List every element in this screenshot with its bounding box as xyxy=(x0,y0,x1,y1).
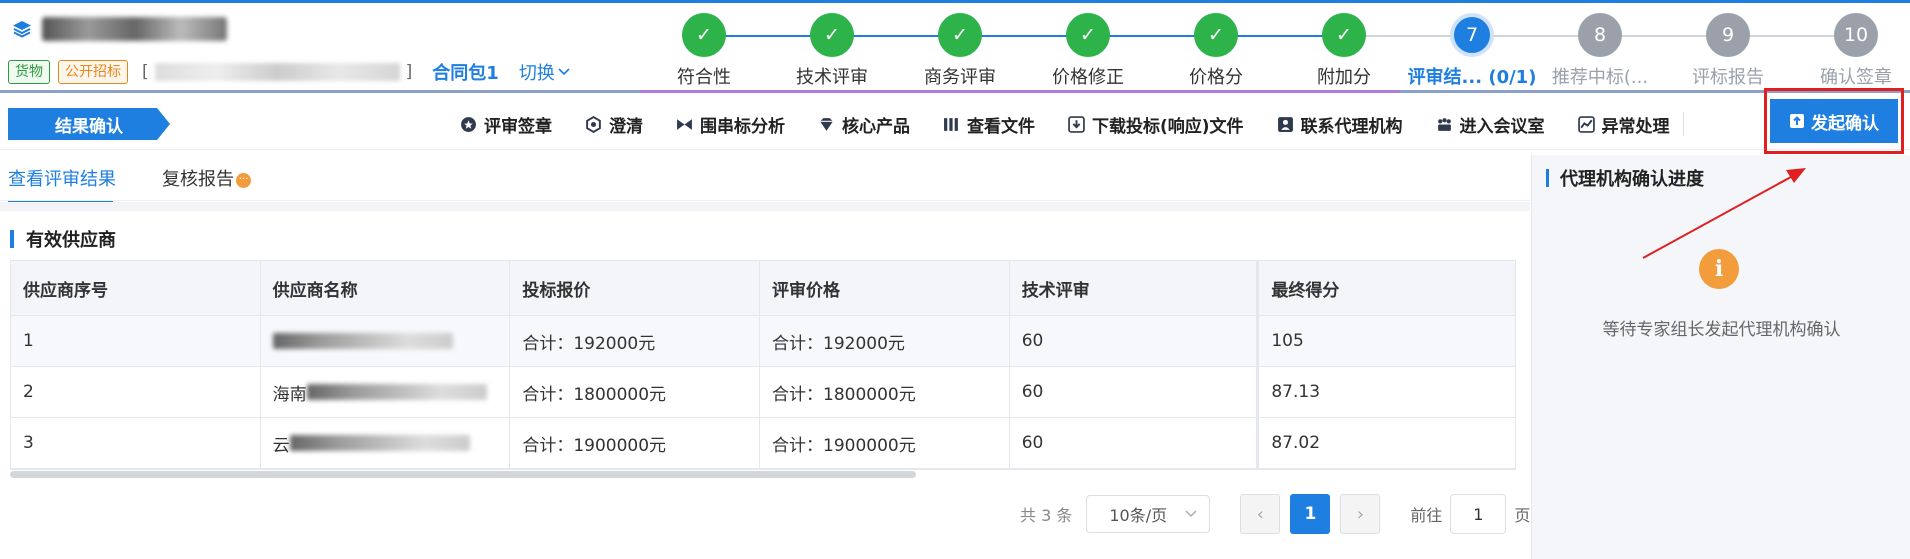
redacted-supplier-name xyxy=(272,333,453,349)
toolbar: 结果确认 评审签章 澄清 围串标分析 核心产品 查看文件 下载投标(响应)文件 … xyxy=(0,98,1910,150)
check-icon: ✓ xyxy=(1066,13,1110,57)
step-6[interactable]: ✓ 附加分 xyxy=(1280,13,1408,89)
step-number: 8 xyxy=(1578,13,1622,57)
step-7-current[interactable]: 7 评审结... (0/1) xyxy=(1397,13,1547,89)
meeting-icon xyxy=(1437,117,1451,131)
exception-handling-button[interactable]: 异常处理 xyxy=(1577,112,1670,137)
step-number: 9 xyxy=(1706,13,1750,57)
check-icon: ✓ xyxy=(938,13,982,57)
check-icon: ✓ xyxy=(1322,13,1366,57)
section-gap xyxy=(0,202,1530,211)
enter-meeting-room-button[interactable]: 进入会议室 xyxy=(1436,112,1545,137)
chevron-down-icon xyxy=(558,68,570,76)
layers-icon xyxy=(13,21,31,38)
tag-open-tender: 公开招标 xyxy=(58,60,128,84)
redacted-supplier-name xyxy=(289,435,470,451)
step-1[interactable]: ✓ 符合性 xyxy=(640,13,768,89)
redacted-code xyxy=(154,63,400,81)
redacted-supplier-name xyxy=(306,384,487,400)
column-header: 技术评审 xyxy=(1010,261,1260,315)
column-header: 供应商序号 xyxy=(11,261,261,315)
package-label: 合同包1 xyxy=(432,63,499,84)
redacted-project-name xyxy=(42,17,227,41)
info-icon: i xyxy=(1699,249,1739,289)
start-confirm-button[interactable]: 发起确认 xyxy=(1770,99,1898,143)
column-header: 评审价格 xyxy=(760,261,1010,315)
clarify-button[interactable]: 澄清 xyxy=(585,112,643,137)
tool-items: 评审签章 澄清 围串标分析 核心产品 查看文件 下载投标(响应)文件 联系代理机… xyxy=(460,98,1696,150)
step-10[interactable]: 10 确认签章 xyxy=(1792,13,1910,89)
start-confirm-highlight: 发起确认 xyxy=(1764,88,1904,154)
step-number: 7 xyxy=(1450,13,1494,57)
agency-confirm-panel: 代理机构确认进度 i 等待专家组长发起代理机构确认 xyxy=(1531,155,1910,559)
project-code: [ ] xyxy=(142,62,413,82)
hexagon-icon xyxy=(586,115,601,133)
chart-icon xyxy=(1577,115,1595,133)
page-number-current[interactable]: 1 xyxy=(1290,494,1331,534)
check-icon: ✓ xyxy=(682,13,726,57)
total-count: 共 3 条 xyxy=(1020,506,1073,525)
check-icon: ✓ xyxy=(1194,13,1238,57)
bowtie-icon xyxy=(677,118,692,130)
download-icon xyxy=(1068,115,1085,133)
section-title: 有效供应商 xyxy=(10,226,116,252)
step-number: 10 xyxy=(1834,13,1878,57)
check-icon: ✓ xyxy=(810,13,854,57)
horizontal-scrollbar[interactable] xyxy=(10,471,916,478)
panel-title: 代理机构确认进度 xyxy=(1546,165,1704,191)
core-product-button[interactable]: 核心产品 xyxy=(818,112,910,137)
column-header: 投标报价 xyxy=(510,261,761,315)
view-file-button[interactable]: 查看文件 xyxy=(943,112,1035,137)
step-8[interactable]: 8 推荐中标(... xyxy=(1536,13,1664,89)
collusion-analysis-button[interactable]: 围串标分析 xyxy=(676,112,785,137)
switch-package-button[interactable]: 切换 xyxy=(519,59,570,85)
project-title xyxy=(12,17,227,41)
table-row[interactable]: 3 云 合计：1900000元 合计：1900000元 60 87.02 xyxy=(11,418,1515,469)
file-stack-icon xyxy=(944,117,958,131)
chevron-down-icon xyxy=(1185,510,1197,517)
download-bid-file-button[interactable]: 下载投标(响应)文件 xyxy=(1068,112,1244,137)
tab-review-report[interactable]: 复核报告 ··· xyxy=(162,165,251,191)
toolbar-divider xyxy=(1682,112,1684,136)
progress-steps: ✓ 符合性 ✓ 技术评审 ✓ 商务评审 ✓ 价格修正 ✓ 价格分 ✓ 附加分 7… xyxy=(640,13,1910,93)
table-row[interactable]: 2 海南 合计：1800000元 合计：1800000元 60 87.13 xyxy=(11,367,1515,418)
step-7-count: (0/1) xyxy=(1488,67,1537,88)
step-5[interactable]: ✓ 价格分 xyxy=(1152,13,1280,89)
table-row[interactable]: 1 合计：192000元 合计：192000元 60 105 xyxy=(11,316,1515,367)
step-3[interactable]: ✓ 商务评审 xyxy=(896,13,1024,89)
upload-icon xyxy=(1790,114,1804,128)
more-badge-icon: ··· xyxy=(236,172,251,188)
step-4[interactable]: ✓ 价格修正 xyxy=(1024,13,1152,89)
tab-view-review-result[interactable]: 查看评审结果 xyxy=(8,165,116,203)
column-header: 最终得分 xyxy=(1271,280,1340,301)
tag-goods: 货物 xyxy=(8,60,50,84)
supplier-table: 供应商序号 供应商名称 投标报价 评审价格 技术评审 最终得分 1 合计：192… xyxy=(10,260,1516,470)
waiting-message: 等待专家组长发起代理机构确认 xyxy=(1602,320,1841,340)
review-seal-button[interactable]: 评审签章 xyxy=(460,112,552,137)
next-page-button[interactable]: › xyxy=(1340,494,1381,534)
seal-icon xyxy=(461,116,476,132)
goto-page: 前往 1 页 xyxy=(1410,494,1530,534)
header-divider xyxy=(0,90,640,93)
step-2[interactable]: ✓ 技术评审 xyxy=(768,13,896,89)
table-header-row: 供应商序号 供应商名称 投标报价 评审价格 技术评审 最终得分 xyxy=(11,261,1515,316)
goto-page-input[interactable]: 1 xyxy=(1450,494,1507,534)
project-tags: 货物 公开招标 [ ] 合同包1 切换 xyxy=(8,59,570,85)
column-header: 供应商名称 xyxy=(261,261,511,315)
prev-page-button[interactable]: ‹ xyxy=(1240,494,1281,534)
contact-agency-button[interactable]: 联系代理机构 xyxy=(1277,112,1403,137)
contact-icon xyxy=(1277,116,1293,132)
result-tabs: 查看评审结果 复核报告 ··· xyxy=(0,155,1530,203)
chevron-left-icon: ‹ xyxy=(1256,503,1264,525)
result-confirm-tag: 结果确认 xyxy=(8,108,170,140)
header-divider-accent xyxy=(640,90,1400,93)
page-size-select[interactable]: 10条/页 xyxy=(1086,495,1211,533)
pagination: 共 3 条 10条/页 ‹ 1 › 前往 1 页 xyxy=(1020,494,1530,534)
step-9[interactable]: 9 评标报告 xyxy=(1664,13,1792,89)
chevron-right-icon: › xyxy=(1356,503,1364,525)
header: 货物 公开招标 [ ] 合同包1 切换 ✓ 符合性 ✓ 技术评审 ✓ 商务评审 … xyxy=(0,3,1910,93)
diamond-icon xyxy=(820,117,833,131)
